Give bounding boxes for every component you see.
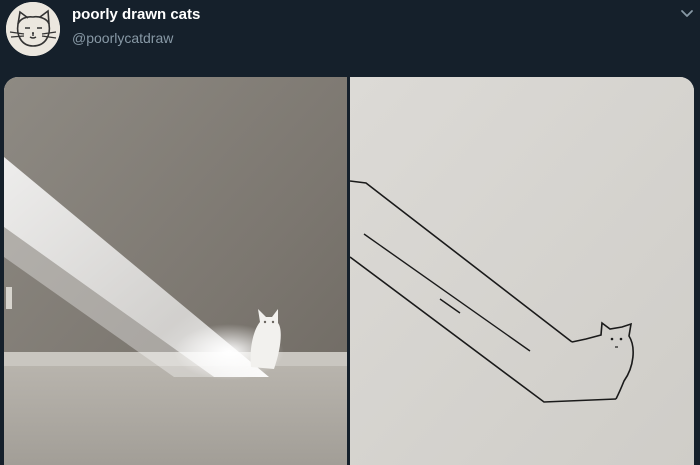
user-handle[interactable]: @poorlycatdraw xyxy=(72,30,173,46)
cat-face-avatar-icon xyxy=(6,2,60,56)
chevron-down-icon[interactable] xyxy=(679,6,695,22)
photo-panel xyxy=(4,77,347,465)
tweet-card: poorly drawn cats @poorlycatdraw xyxy=(0,0,700,465)
drawing-panel xyxy=(349,77,694,465)
display-name[interactable]: poorly drawn cats xyxy=(72,6,200,23)
tweet-media[interactable] xyxy=(4,77,694,465)
avatar[interactable] xyxy=(6,2,60,56)
tweet-header: poorly drawn cats @poorlycatdraw xyxy=(0,0,700,72)
media-image xyxy=(4,77,694,465)
